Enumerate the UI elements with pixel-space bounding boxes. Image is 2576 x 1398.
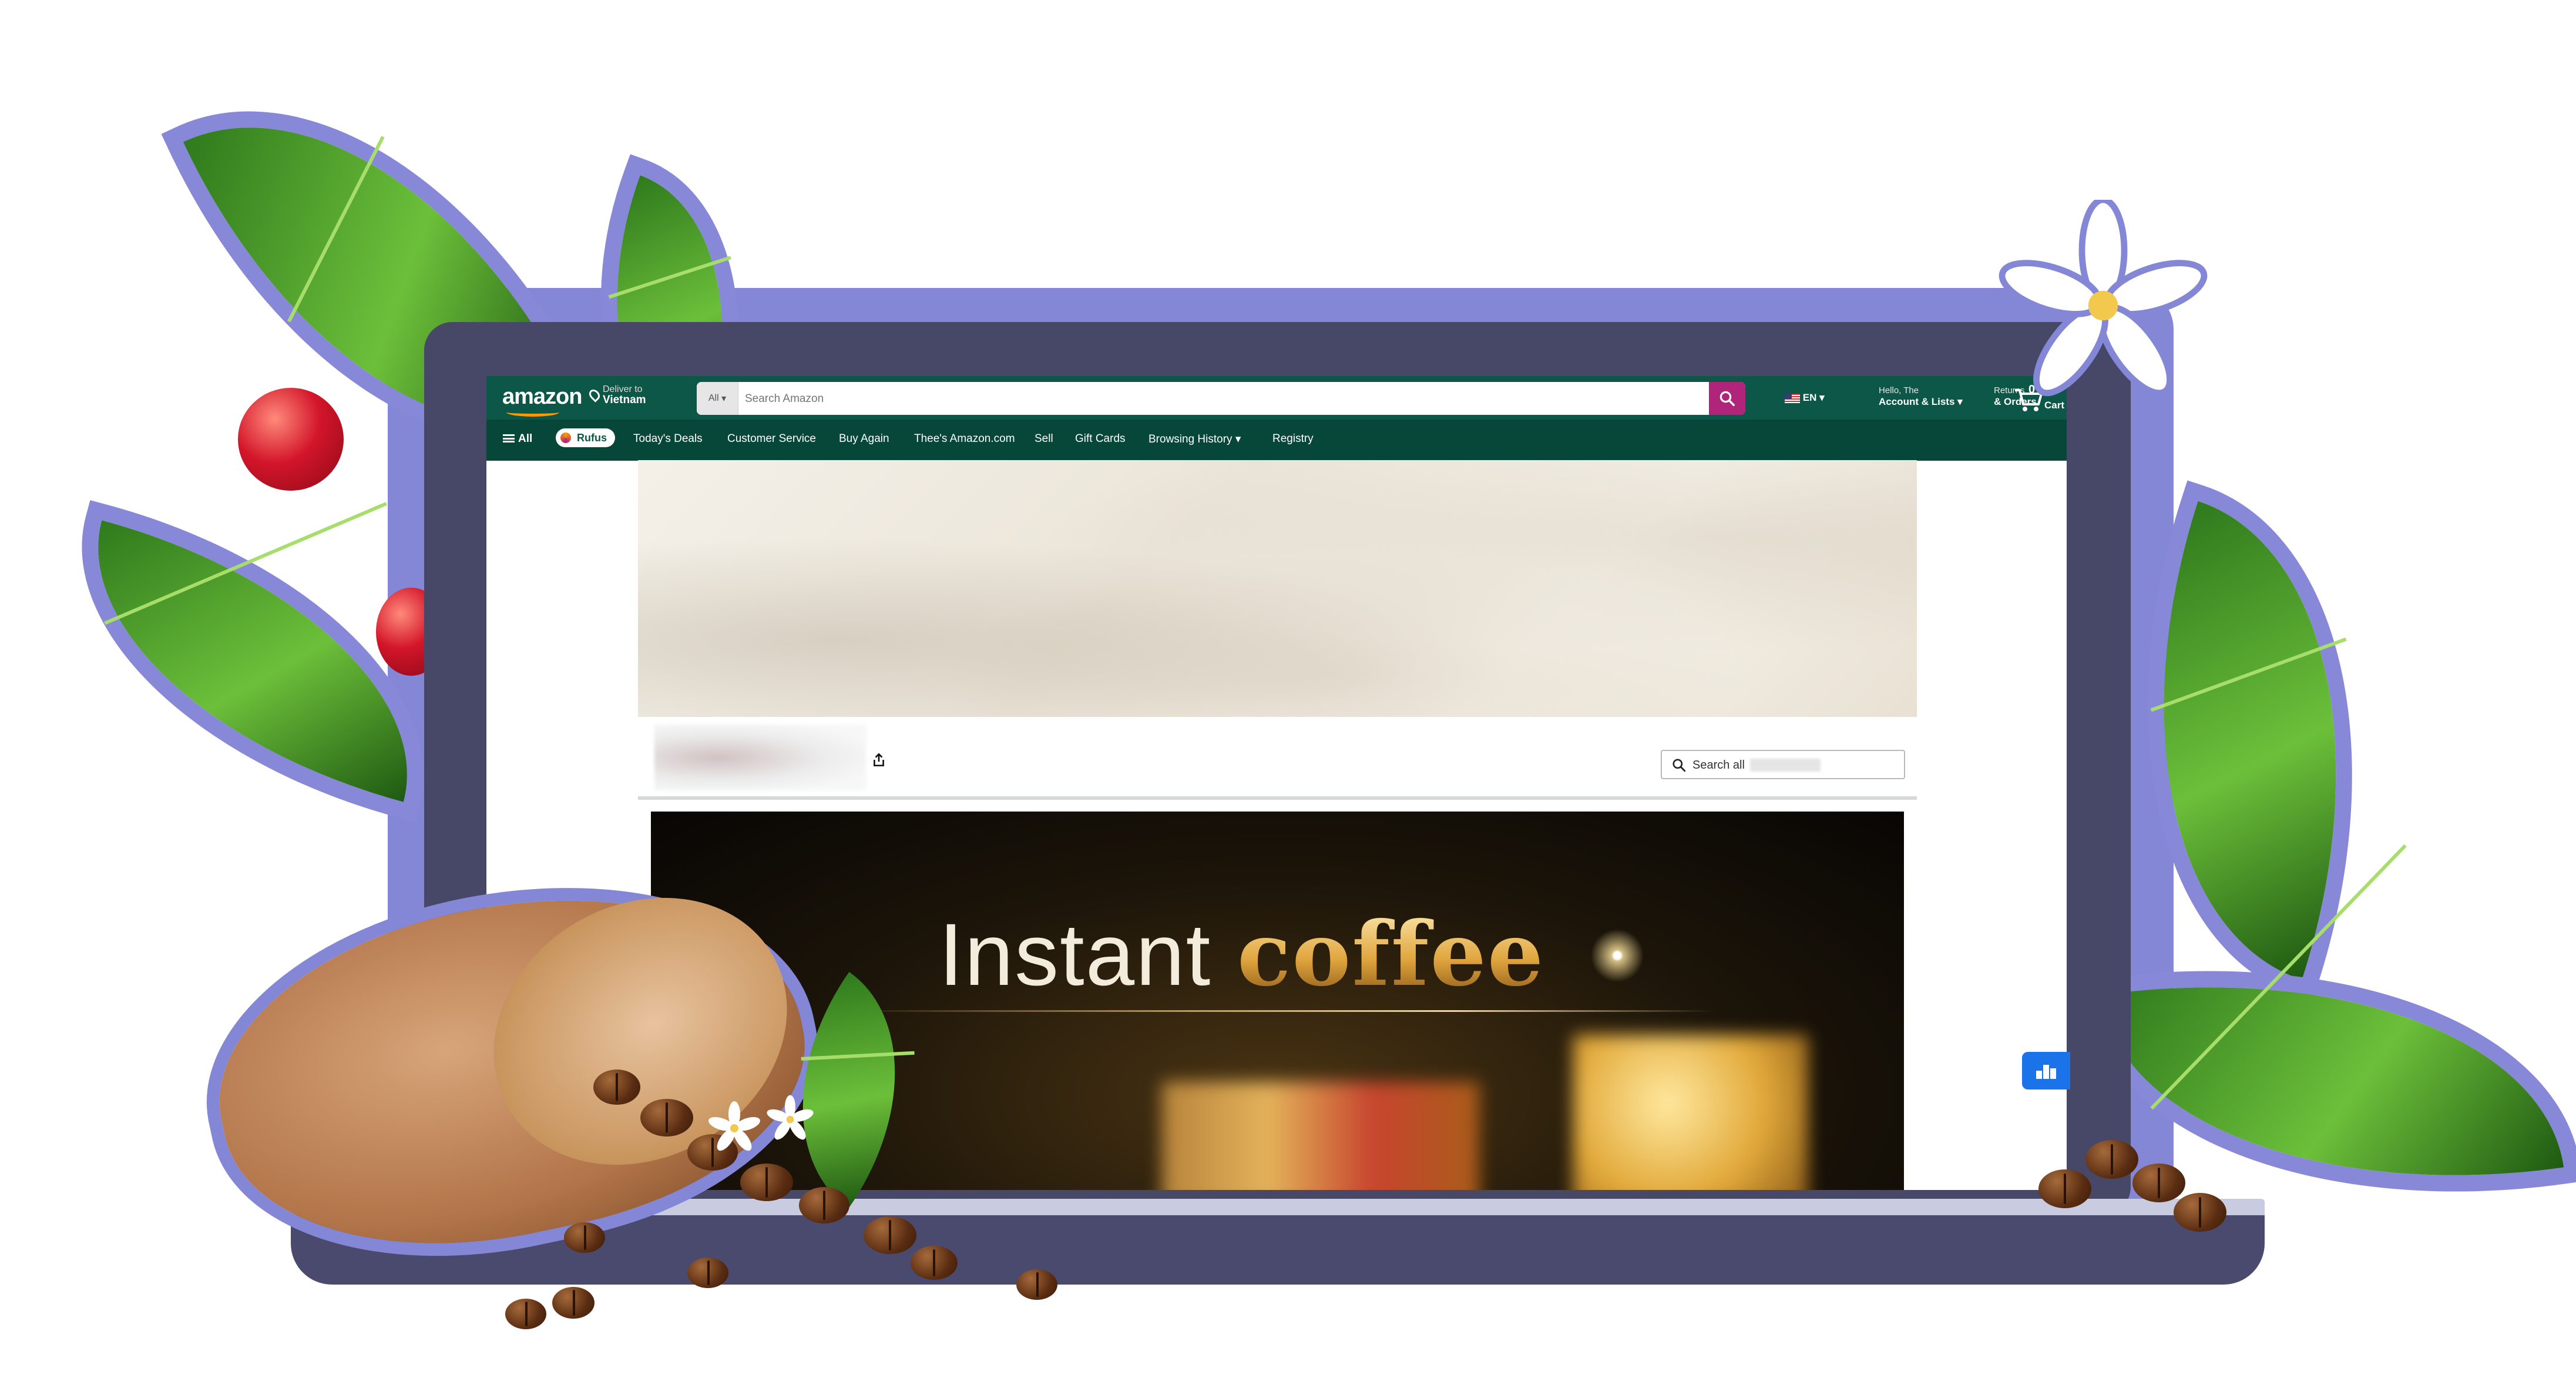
nav-gift-cards[interactable]: Gift Cards	[1075, 433, 1126, 445]
coffee-bean	[593, 1070, 640, 1105]
store-name-blurred	[1750, 759, 1821, 772]
all-menu-button[interactable]: All	[503, 433, 532, 445]
search-category-select[interactable]: All ▾	[697, 382, 738, 415]
share-icon[interactable]	[871, 752, 886, 767]
search-input[interactable]	[744, 382, 1698, 415]
coffee-bean	[687, 1258, 728, 1288]
hero-underline	[845, 1010, 1714, 1012]
hero-title-gold: coffee	[1237, 903, 1545, 1006]
account-lists-label: Account & Lists	[1879, 396, 1955, 407]
deliver-label: Deliver to	[603, 384, 643, 394]
coffee-bean	[505, 1299, 546, 1329]
account-greeting: Hello, The	[1879, 385, 1919, 395]
coffee-flower-icon	[708, 1101, 760, 1151]
brand-logo-blurred[interactable]	[654, 725, 866, 790]
store-search-placeholder: Search all	[1692, 759, 1745, 772]
all-menu-label: All	[518, 433, 533, 445]
coffee-bean	[911, 1246, 958, 1280]
nav-customer-service[interactable]: Customer Service	[727, 433, 816, 445]
browsing-history-label: Browsing History	[1148, 433, 1232, 445]
coffee-bean	[740, 1164, 793, 1201]
coffee-bean	[2174, 1193, 2226, 1232]
nav-buy-again[interactable]: Buy Again	[839, 433, 889, 445]
search-category-label: All	[708, 393, 719, 403]
hero-title-plain: Instant	[939, 905, 1212, 1004]
coffee-bean	[1016, 1269, 1057, 1300]
amazon-logo[interactable]: amazon	[502, 384, 582, 410]
language-selector[interactable]: EN ▾	[1785, 392, 1825, 403]
product-image-blurred[interactable]	[1573, 1035, 1808, 1190]
coffee-bean	[564, 1222, 605, 1253]
nav-store-link[interactable]: Thee's Amazon.com	[914, 433, 1015, 445]
nav-sell[interactable]: Sell	[1035, 433, 1053, 445]
coffee-bean	[864, 1216, 916, 1254]
coffee-bean	[552, 1287, 595, 1319]
coffee-bean	[2038, 1169, 2091, 1208]
coffee-flower-icon	[1999, 200, 2208, 397]
hero-title: Instant coffee	[939, 903, 1544, 1006]
coffee-flower-icon	[767, 1095, 814, 1140]
coffee-bean	[640, 1099, 693, 1136]
account-lists[interactable]: Hello, The Account & Lists ▾	[1879, 385, 1963, 407]
nav-registry[interactable]: Registry	[1272, 433, 1314, 445]
amazon-logo-smile-icon	[506, 408, 559, 417]
nav-todays-deals[interactable]: Today's Deals	[633, 433, 703, 445]
coffee-bean	[2085, 1140, 2138, 1179]
search-bar: All ▾	[697, 382, 1745, 415]
coffee-berry	[238, 388, 344, 491]
coffee-bean	[2132, 1164, 2185, 1202]
magnifier-icon	[1672, 759, 1686, 772]
search-icon	[1719, 391, 1735, 406]
us-flag-icon	[1785, 393, 1800, 403]
language-code: EN	[1802, 392, 1817, 403]
store-divider	[638, 796, 1917, 800]
store-search-input[interactable]: Search all	[1661, 750, 1905, 779]
nav-browsing-history[interactable]: Browsing History ▾	[1148, 433, 1241, 446]
deliver-to[interactable]: Deliver to Vietnam	[603, 384, 646, 406]
rufus-button[interactable]: Rufus	[556, 428, 615, 447]
coffee-bean	[799, 1187, 849, 1223]
menu-icon	[503, 434, 515, 442]
feedback-button[interactable]	[2022, 1052, 2070, 1089]
search-button[interactable]	[1709, 382, 1745, 415]
store-banner	[638, 460, 1917, 717]
location-pin-icon	[587, 387, 602, 403]
product-image-blurred[interactable]	[1162, 1082, 1479, 1190]
deliver-country: Vietnam	[603, 394, 646, 406]
amazon-header: amazon Deliver to Vietnam All ▾ EN ▾ Hel…	[486, 376, 2067, 420]
sparkle-icon	[1591, 929, 1644, 982]
